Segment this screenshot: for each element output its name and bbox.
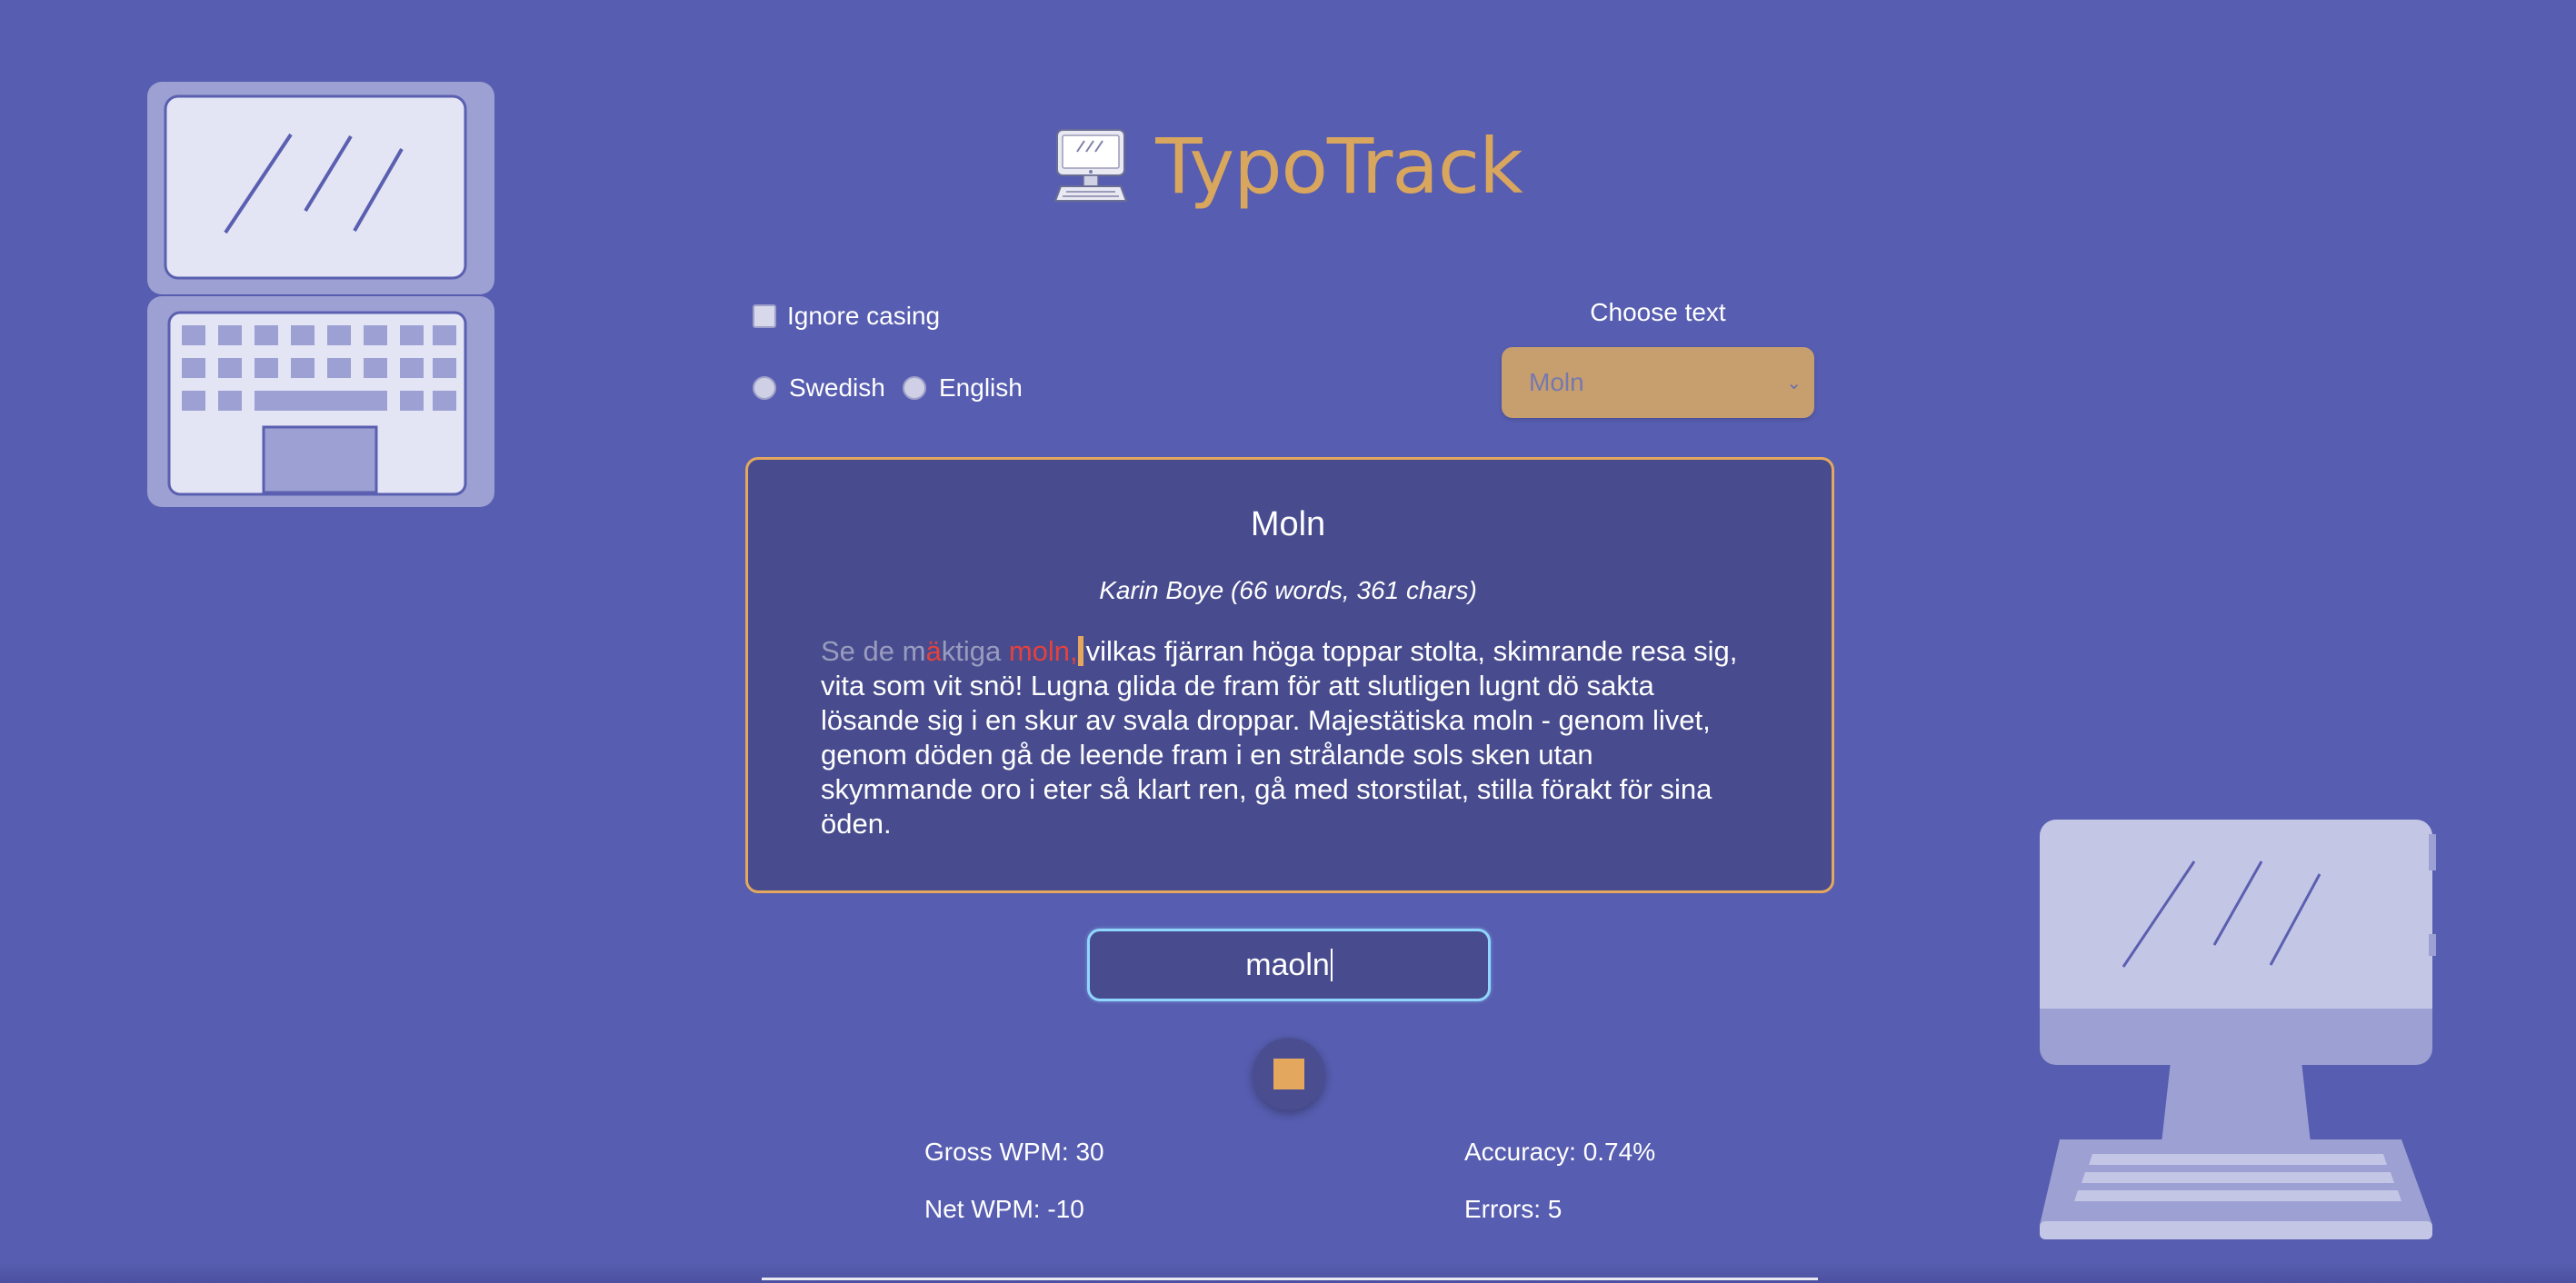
gross-wpm: Gross WPM: 30 — [924, 1138, 1104, 1166]
typing-input-value: maoln — [1245, 947, 1330, 982]
net-wpm: Net WPM: -10 — [924, 1195, 1084, 1223]
app-header: TypoTrack — [0, 116, 2576, 216]
chevron-down-icon: ⌄ — [1786, 373, 1802, 393]
typed-error-text: moln, — [1008, 635, 1078, 667]
swedish-label: Swedish — [789, 373, 885, 402]
text-select[interactable]: Moln ⌄ — [1502, 347, 1814, 418]
errors: Errors: 5 — [1464, 1195, 1563, 1223]
swedish-radio[interactable] — [753, 376, 776, 400]
ignore-casing-option[interactable]: Ignore casing — [753, 302, 940, 331]
bottom-divider — [762, 1278, 1818, 1280]
typed-error-text: ä — [925, 635, 942, 667]
language-option-swedish[interactable]: Swedish — [753, 373, 885, 403]
app-title: TypoTrack — [1155, 122, 1523, 211]
passage-meta: Karin Boye (66 words, 361 chars) — [1099, 576, 1477, 604]
english-label: English — [939, 373, 1023, 402]
typing-input[interactable]: maoln — [1087, 929, 1491, 1001]
input-cursor — [1330, 949, 1333, 981]
language-option-english[interactable]: English — [903, 373, 1023, 403]
passage-title: Moln — [1250, 505, 1326, 543]
typed-correct-text: Se de m — [821, 635, 926, 667]
ignore-casing-label: Ignore casing — [787, 302, 941, 330]
desktop-illustration-icon — [2040, 820, 2436, 1239]
passage-text: Se de mäktiga moln, vilkas fjärran höga t… — [821, 634, 1752, 841]
accuracy: Accuracy: 0.74% — [1464, 1138, 1656, 1166]
text-select-value: Moln — [1529, 368, 1584, 396]
choose-text-label: Choose text — [1590, 298, 1726, 326]
text-caret — [1077, 636, 1083, 666]
english-radio[interactable] — [903, 376, 926, 400]
typed-correct-text: ktiga — [941, 635, 1009, 667]
ignore-casing-checkbox[interactable] — [753, 304, 776, 328]
stop-button[interactable] — [1253, 1038, 1325, 1110]
computer-icon — [1053, 129, 1128, 202]
stop-icon — [1273, 1059, 1304, 1089]
